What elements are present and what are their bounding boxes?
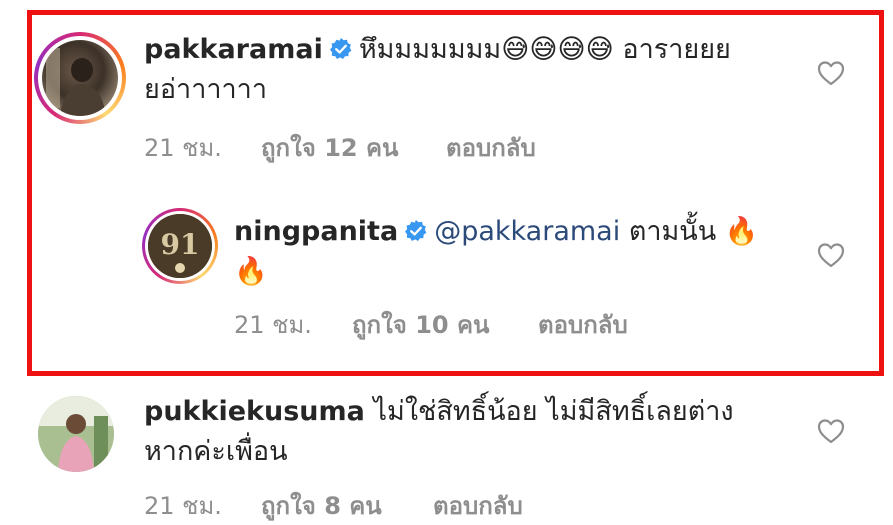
likes-count[interactable]: ถูกใจ 8 คน (261, 486, 433, 525)
mention-link[interactable]: @pakkaramai (434, 216, 620, 247)
verified-badge-icon (405, 220, 427, 241)
avatar-pukkiekusuma[interactable] (38, 396, 114, 472)
comment-time: 21 ชม. (234, 311, 312, 339)
comment-time: 21 ชม. (144, 134, 222, 162)
comment-text-line2: 🔥 (234, 256, 268, 287)
comment-text-line1: ไม่ใช่สิทธิ์น้อย ไม่มีสิทธิ์เลยต่าง (373, 396, 734, 427)
verified-badge-icon (329, 38, 352, 59)
heart-icon[interactable] (817, 242, 845, 268)
comment-text-line1: ตามนั้น 🔥 (628, 216, 759, 247)
likes-count[interactable]: ถูกใจ 10 คน (352, 305, 538, 344)
comment-text-line1: หึมมมมมมม😅😅😅😅 อารายยย (358, 34, 731, 65)
username[interactable]: pukkiekusuma (144, 396, 365, 427)
avatar-badge-text: 91 (161, 228, 200, 261)
story-ring[interactable]: 91 (142, 208, 218, 284)
comment-text-line2: หากค่ะเพื่อน (144, 436, 288, 467)
comment-text-line2: ยอ่าาาาาา (144, 74, 268, 105)
avatar-ningpanita: 91 (148, 214, 212, 278)
reply-button[interactable]: ตอบกลับ (433, 486, 523, 525)
username[interactable]: pakkaramai (144, 34, 323, 65)
heart-icon[interactable] (817, 60, 845, 86)
reply-button[interactable]: ตอบกลับ (538, 305, 628, 344)
reply-button[interactable]: ตอบกลับ (446, 128, 536, 167)
heart-icon[interactable] (817, 418, 845, 444)
username[interactable]: ningpanita (234, 216, 398, 247)
story-ring[interactable] (34, 32, 126, 124)
avatar-pakkaramai (42, 40, 118, 116)
likes-count[interactable]: ถูกใจ 12 คน (261, 128, 446, 167)
comment-time: 21 ชม. (144, 492, 222, 520)
